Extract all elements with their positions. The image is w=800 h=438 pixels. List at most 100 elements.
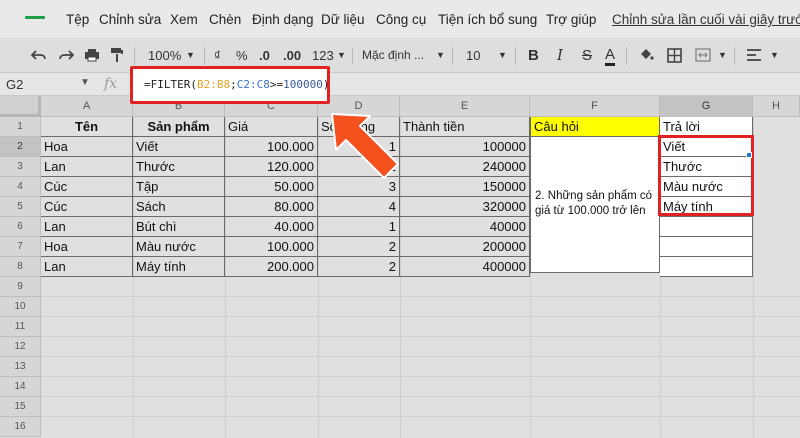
table-cell[interactable]: Máy tính: [133, 257, 225, 277]
menu-help[interactable]: Trợ giúp: [546, 12, 596, 27]
table-cell[interactable]: Sách: [133, 197, 225, 217]
table-cell[interactable]: 200.000: [225, 257, 318, 277]
row-header[interactable]: 3: [0, 157, 41, 177]
table-cell[interactable]: 4: [318, 197, 400, 217]
redo-icon[interactable]: [58, 46, 74, 64]
zoom-chevron-down-icon[interactable]: ▼: [186, 46, 195, 64]
table-cell[interactable]: 120.000: [225, 157, 318, 177]
question-cell[interactable]: 2. Những sản phẩm có giá từ 100.000 trở …: [530, 137, 660, 273]
name-box-chevron-down-icon[interactable]: ▼: [80, 77, 90, 88]
table-cell[interactable]: 100.000: [225, 137, 318, 157]
row-header[interactable]: 8: [0, 257, 41, 277]
table-cell[interactable]: Bút chì: [133, 217, 225, 237]
borders-icon[interactable]: [667, 46, 682, 64]
table-cell[interactable]: 400000: [400, 257, 530, 277]
row-header[interactable]: 2: [0, 137, 41, 157]
paint-format-icon[interactable]: [110, 46, 124, 64]
menu-insert[interactable]: Chèn: [209, 12, 241, 27]
merge-chevron-down-icon[interactable]: ▼: [718, 46, 727, 64]
table-cell[interactable]: Thước: [133, 157, 225, 177]
row-header[interactable]: 4: [0, 177, 41, 197]
answer-cell[interactable]: [660, 237, 753, 257]
formula-input[interactable]: =FILTER(B2:B8;C2:C8>=100000): [130, 66, 330, 104]
table-cell[interactable]: Tập: [133, 177, 225, 197]
fill-color-icon[interactable]: [638, 46, 654, 64]
format-currency-button[interactable]: ₫: [214, 46, 221, 64]
row-header[interactable]: 9: [0, 277, 41, 297]
selection-fill-handle[interactable]: [746, 152, 752, 158]
menu-file[interactable]: Tệp: [66, 12, 89, 27]
question-header-cell[interactable]: Câu hỏi: [530, 117, 660, 137]
row-header[interactable]: 12: [0, 337, 41, 357]
row-header[interactable]: 13: [0, 357, 41, 377]
header-cell-total[interactable]: Thành tiền: [400, 117, 530, 137]
table-cell[interactable]: Lan: [41, 157, 133, 177]
table-cell[interactable]: Cúc: [41, 197, 133, 217]
answer-header-cell[interactable]: Trả lời: [660, 117, 753, 137]
row-header[interactable]: 15: [0, 397, 41, 417]
table-cell[interactable]: 80.000: [225, 197, 318, 217]
name-box[interactable]: G2: [6, 77, 23, 92]
table-cell[interactable]: 1: [318, 217, 400, 237]
table-cell[interactable]: 2: [318, 237, 400, 257]
undo-icon[interactable]: [31, 46, 47, 64]
merge-cells-icon[interactable]: [695, 46, 711, 64]
menu-data[interactable]: Dữ liệu: [321, 12, 365, 27]
more-formats-button[interactable]: 123: [312, 46, 334, 64]
table-cell[interactable]: 100000: [400, 137, 530, 157]
answer-cell[interactable]: [660, 217, 753, 237]
bold-button[interactable]: B: [528, 46, 539, 64]
column-header-a[interactable]: A: [41, 96, 133, 117]
table-cell[interactable]: Viết: [133, 137, 225, 157]
answer-cell[interactable]: [660, 257, 753, 277]
menu-tools[interactable]: Công cụ: [376, 12, 426, 27]
italic-button[interactable]: I: [557, 46, 563, 64]
column-header-h[interactable]: H: [753, 96, 800, 117]
text-color-button[interactable]: A: [605, 46, 616, 66]
font-select[interactable]: Mặc định ...: [362, 46, 424, 64]
table-cell[interactable]: Màu nước: [133, 237, 225, 257]
row-header[interactable]: 7: [0, 237, 41, 257]
table-cell[interactable]: 40000: [400, 217, 530, 237]
table-cell[interactable]: 240000: [400, 157, 530, 177]
table-cell[interactable]: 150000: [400, 177, 530, 197]
format-percent-button[interactable]: %: [236, 46, 248, 64]
increase-decimal-button[interactable]: .00: [283, 46, 301, 64]
header-cell-name[interactable]: Tên: [41, 117, 133, 137]
column-header-g[interactable]: G: [660, 96, 753, 117]
table-cell[interactable]: Cúc: [41, 177, 133, 197]
last-edit-link[interactable]: Chỉnh sửa lần cuối vài giây trước: [612, 12, 800, 27]
row-header[interactable]: 5: [0, 197, 41, 217]
strikethrough-button[interactable]: S: [582, 46, 592, 64]
table-cell[interactable]: 320000: [400, 197, 530, 217]
menu-view[interactable]: Xem: [170, 12, 198, 27]
horizontal-align-icon[interactable]: [746, 46, 762, 64]
table-cell[interactable]: Lan: [41, 217, 133, 237]
table-cell[interactable]: 2: [318, 257, 400, 277]
select-all-corner[interactable]: [0, 96, 41, 117]
menu-edit[interactable]: Chỉnh sửa: [99, 12, 161, 27]
row-header[interactable]: 16: [0, 417, 41, 437]
row-header[interactable]: 1: [0, 117, 41, 137]
font-size-chevron-down-icon[interactable]: ▼: [498, 46, 507, 64]
table-cell[interactable]: Hoa: [41, 237, 133, 257]
column-header-e[interactable]: E: [400, 96, 530, 117]
zoom-select[interactable]: 100%: [148, 46, 181, 64]
table-cell[interactable]: 50.000: [225, 177, 318, 197]
print-icon[interactable]: [84, 46, 100, 64]
decrease-decimal-button[interactable]: .0: [259, 46, 270, 64]
font-chevron-down-icon[interactable]: ▼: [436, 46, 445, 64]
menu-format[interactable]: Định dạng: [252, 12, 314, 27]
row-header[interactable]: 11: [0, 317, 41, 337]
menu-addons[interactable]: Tiện ích bổ sung: [438, 12, 537, 27]
align-chevron-down-icon[interactable]: ▼: [770, 46, 779, 64]
table-cell[interactable]: Hoa: [41, 137, 133, 157]
table-cell[interactable]: 100.000: [225, 237, 318, 257]
row-header[interactable]: 10: [0, 297, 41, 317]
more-formats-chevron-down-icon[interactable]: ▼: [337, 46, 346, 64]
sheets-logo-icon[interactable]: [25, 16, 45, 19]
row-header[interactable]: 6: [0, 217, 41, 237]
table-cell[interactable]: Lan: [41, 257, 133, 277]
header-cell-price[interactable]: Giá: [225, 117, 318, 137]
table-cell[interactable]: 200000: [400, 237, 530, 257]
